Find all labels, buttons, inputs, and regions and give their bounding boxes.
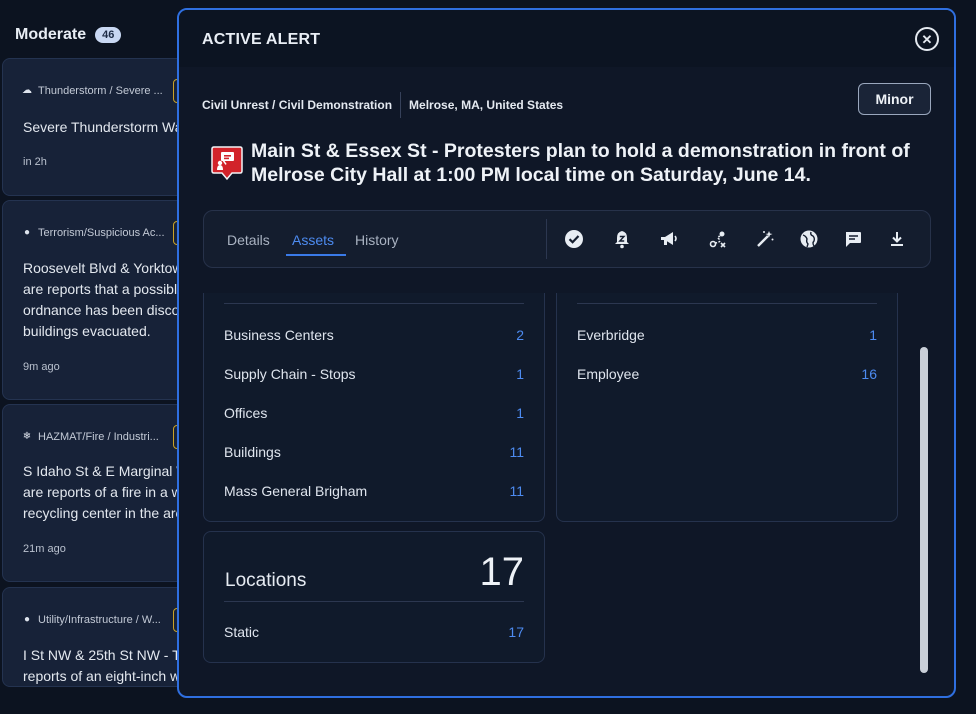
card-category: HAZMAT/Fire / Industri... [38, 431, 159, 443]
locations-title: Locations [225, 570, 307, 591]
alert-headline: Main St & Essex St - Protesters plan to … [251, 140, 910, 186]
asset-row-label: Employee [577, 366, 640, 382]
card-description: I St NW & 25th St NW - Th reports of an … [23, 647, 188, 684]
tab-bar: Details Assets History [203, 210, 931, 268]
card-category: Thunderstorm / Severe ... [38, 85, 163, 97]
flame-icon: ❄ [22, 431, 32, 442]
toolbar-divider [546, 219, 547, 259]
asset-row-count[interactable]: 1 [516, 366, 524, 382]
card-time: 21m ago [23, 543, 66, 555]
asset-row-count[interactable]: 11 [509, 444, 524, 460]
broadcast-button[interactable] [657, 227, 681, 251]
card-time: in 2h [23, 156, 47, 168]
magic-wand-icon [757, 231, 774, 247]
acknowledge-button[interactable] [562, 227, 586, 251]
asset-row-count[interactable]: 11 [509, 483, 524, 499]
comment-icon [846, 232, 861, 247]
tab-history[interactable]: History [355, 232, 399, 248]
card-category: Utility/Infrastructure / W... [38, 614, 161, 626]
asset-row-count[interactable]: 1 [516, 405, 524, 421]
card-description: Severe Thunderstorm Wa [23, 119, 183, 135]
asset-row-label: Buildings [224, 444, 281, 460]
alert-location: Melrose, MA, United States [409, 98, 564, 112]
protest-alert-icon [211, 146, 243, 181]
modal-title: ACTIVE ALERT [202, 31, 321, 48]
list-header: Moderate 46 [15, 26, 122, 44]
panel-divider [224, 601, 524, 602]
storm-icon: ☁ [22, 85, 32, 96]
alert-card[interactable]: ☁ Thunderstorm / Severe ... Severe Thunde… [2, 58, 202, 196]
route-icon [709, 231, 726, 248]
locations-panel: Locations 17 Static 17 [203, 531, 545, 663]
alert-card[interactable]: ● Utility/Infrastructure / W... I St NW &… [2, 587, 202, 687]
asset-row-label: Everbridge [577, 327, 645, 343]
alert-category: Civil Unrest / Civil Demonstration [202, 98, 393, 112]
tab-details[interactable]: Details [227, 232, 270, 248]
active-alert-modal: ACTIVE ALERT ✕ Civil Unrest / Civil Demo… [177, 8, 956, 698]
megaphone-icon [661, 232, 677, 245]
download-icon [891, 232, 903, 246]
panel-divider [577, 303, 877, 304]
snooze-button[interactable] [610, 227, 634, 251]
asset-row-count[interactable]: 2 [516, 327, 524, 343]
alert-card[interactable]: ● Terrorism/Suspicious Ac... Roosevelt Bl… [2, 200, 202, 400]
close-button[interactable]: ✕ [915, 27, 939, 51]
list-count-badge: 46 [95, 27, 122, 43]
severity-button[interactable]: Minor [858, 83, 931, 115]
map-button[interactable] [797, 227, 821, 251]
bulb-icon: ● [23, 614, 31, 625]
asset-row-count[interactable]: 16 [861, 366, 877, 382]
assets-content[interactable]: Business Centers 2 Supply Chain - Stops … [179, 293, 954, 693]
asset-row-count[interactable]: 1 [869, 327, 877, 343]
panel-divider [224, 303, 524, 304]
locations-total: 17 [479, 550, 525, 594]
asset-row-label: Offices [224, 405, 268, 421]
meta-divider [400, 92, 402, 118]
assets-panel-left: Business Centers 2 Supply Chain - Stops … [203, 293, 545, 522]
assets-panel-right: Everbridge 1 Employee 16 [556, 293, 898, 522]
download-button[interactable] [885, 227, 909, 251]
asset-row-label: Business Centers [224, 327, 334, 343]
alert-meta: Civil Unrest / Civil Demonstration Melro… [202, 92, 563, 118]
asset-row-label: Mass General Brigham [224, 483, 368, 499]
location-row-label: Static [224, 624, 260, 640]
snooze-bell-icon [615, 231, 629, 249]
alert-card[interactable]: ❄ HAZMAT/Fire / Industri... S Idaho St & … [2, 404, 202, 582]
comment-button[interactable] [841, 227, 865, 251]
scrollbar-thumb[interactable] [920, 347, 928, 673]
active-tab-indicator [286, 254, 346, 256]
check-circle-icon [565, 230, 583, 248]
route-button[interactable] [706, 227, 730, 251]
scrollbar[interactable] [920, 347, 928, 673]
list-title: Moderate [15, 26, 87, 43]
card-description: Roosevelt Blvd & Yorktow are reports tha… [23, 260, 183, 339]
suspect-icon: ● [23, 227, 31, 238]
location-row-count[interactable]: 17 [508, 624, 524, 640]
tab-assets[interactable]: Assets [292, 232, 334, 248]
card-category: Terrorism/Suspicious Ac... [38, 227, 165, 239]
close-icon: ✕ [921, 31, 933, 47]
auto-action-button[interactable] [753, 227, 777, 251]
card-time: 9m ago [23, 361, 60, 373]
card-description: S Idaho St & E Marginal W are reports of… [23, 463, 190, 521]
modal-header: ACTIVE ALERT ✕ [179, 10, 954, 67]
globe-icon [800, 230, 818, 248]
asset-row-label: Supply Chain - Stops [224, 366, 356, 382]
